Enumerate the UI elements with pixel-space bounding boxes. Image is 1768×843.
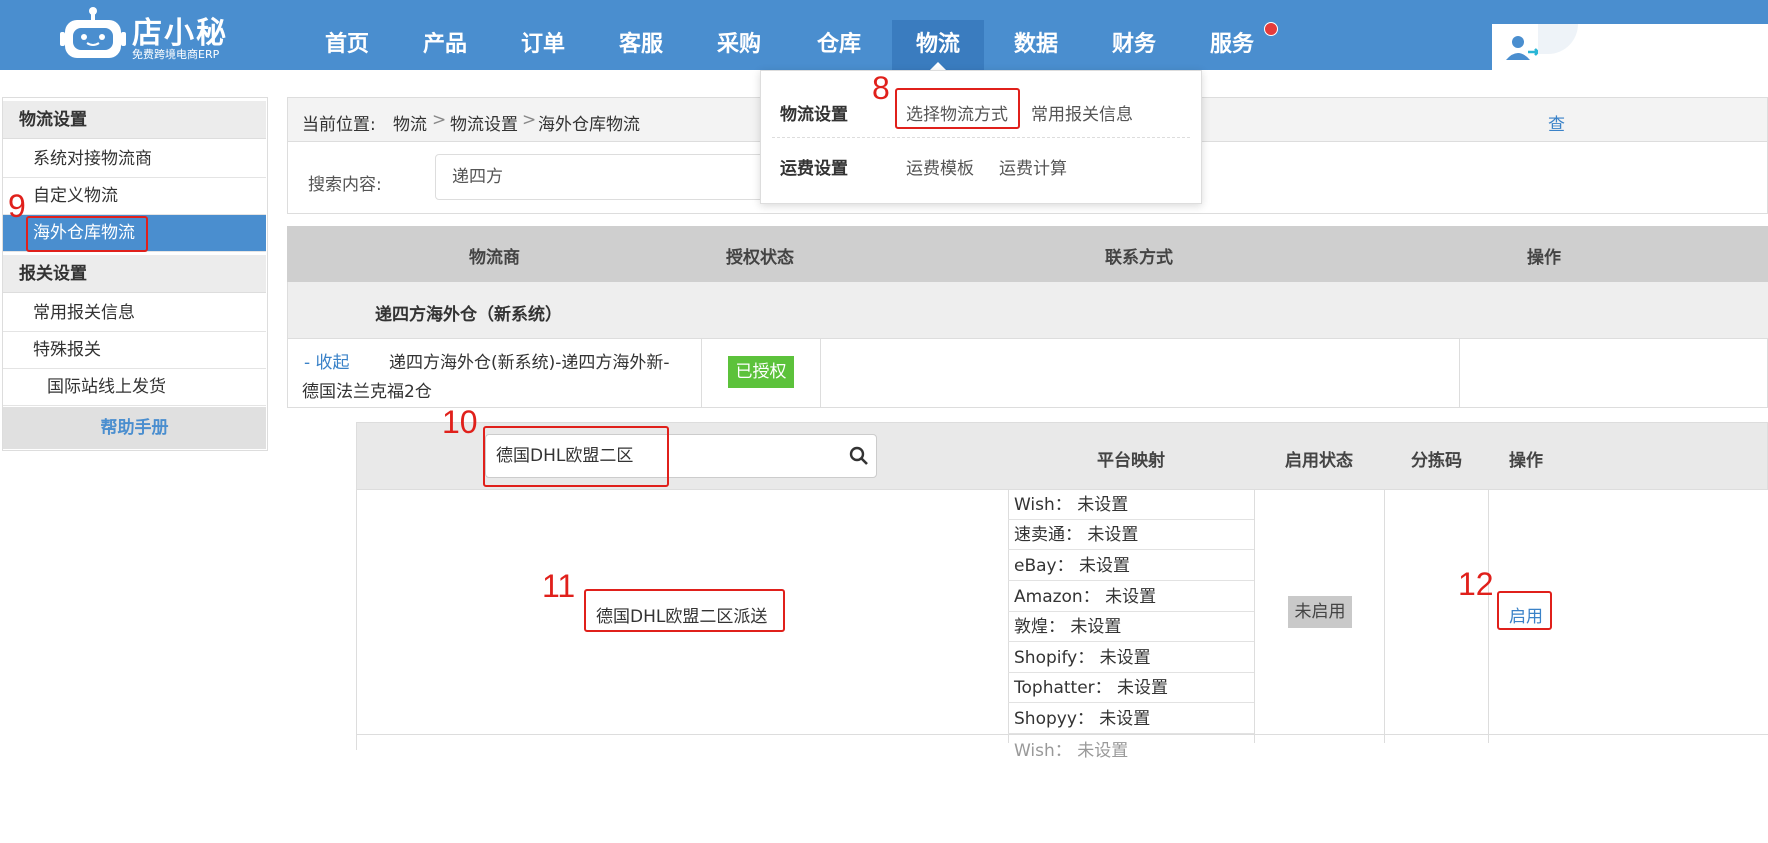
user-avatar[interactable] bbox=[1538, 24, 1578, 54]
robot-logo-icon[interactable] bbox=[60, 6, 126, 60]
dropdown-freight-template[interactable]: 运费模板 bbox=[906, 154, 974, 179]
help-manual-link[interactable]: 帮助手册 bbox=[3, 407, 266, 449]
header-action: 操作 bbox=[1527, 248, 1561, 268]
breadcrumb-separator: > bbox=[432, 110, 447, 130]
sidebar-item-custom-logistics[interactable]: 自定义物流 bbox=[3, 178, 266, 215]
header-enable-status: 启用状态 bbox=[1285, 451, 1353, 471]
row-divider bbox=[356, 734, 1768, 735]
header-contact: 联系方式 bbox=[1105, 248, 1173, 268]
annotation-box-10 bbox=[483, 426, 669, 487]
nav-home[interactable]: 首页 bbox=[312, 20, 382, 70]
mapping-amazon[interactable]: Amazon： 未设置 bbox=[1008, 582, 1254, 612]
nav-data[interactable]: 数据 bbox=[1000, 20, 1072, 70]
mapping-dhgate[interactable]: 敦煌： 未设置 bbox=[1008, 612, 1254, 642]
mapping-shopyy[interactable]: Shopyy： 未设置 bbox=[1008, 704, 1254, 734]
nav-orders[interactable]: 订单 bbox=[508, 20, 578, 70]
annotation-box-9 bbox=[26, 216, 148, 252]
breadcrumb-separator: > bbox=[522, 110, 537, 130]
search-icon[interactable] bbox=[849, 446, 869, 466]
search-label: 搜索内容: bbox=[308, 175, 382, 195]
status-badge-authorized: 已授权 bbox=[728, 356, 794, 388]
breadcrumb-current: 海外仓库物流 bbox=[538, 115, 640, 135]
collapse-toggle[interactable]: - 收起 bbox=[304, 348, 350, 373]
sidebar-item-system-carriers[interactable]: 系统对接物流商 bbox=[3, 141, 266, 178]
dropdown-divider bbox=[772, 137, 1190, 138]
header-action: 操作 bbox=[1509, 451, 1543, 471]
nav-services[interactable]: 服务 bbox=[1196, 20, 1268, 70]
dropdown-group-logistics-settings: 物流设置 bbox=[780, 105, 848, 125]
warehouse-name-line2: 德国法兰克福2仓 bbox=[302, 382, 432, 402]
mapping-shopify[interactable]: Shopify： 未设置 bbox=[1008, 643, 1254, 673]
breadcrumb-logistics[interactable]: 物流 bbox=[393, 110, 427, 135]
header-platform-mapping: 平台映射 bbox=[1097, 451, 1165, 471]
column-divider bbox=[701, 338, 702, 408]
nav-products[interactable]: 产品 bbox=[410, 20, 480, 70]
breadcrumb-logistics-settings[interactable]: 物流设置 bbox=[450, 110, 518, 135]
sidebar-item-intl-online-shipping[interactable]: 国际站线上发货 bbox=[3, 369, 266, 406]
annotation-box-8 bbox=[895, 88, 1020, 129]
annotation-number-9: 9 bbox=[8, 188, 26, 224]
search-input[interactable]: 递四方 bbox=[435, 154, 775, 200]
nav-customer-service[interactable]: 客服 bbox=[606, 20, 676, 70]
dropdown-caret bbox=[930, 62, 946, 70]
header-carrier: 物流商 bbox=[469, 248, 520, 268]
header-sort-code: 分拣码 bbox=[1411, 451, 1462, 471]
column-divider bbox=[1384, 490, 1385, 743]
breadcrumb-right-link[interactable]: 查 bbox=[1548, 110, 1565, 135]
annotation-number-10: 10 bbox=[442, 404, 478, 440]
status-badge-disabled: 未启用 bbox=[1288, 596, 1352, 628]
column-divider bbox=[1459, 338, 1460, 408]
mapping-ebay[interactable]: eBay： 未设置 bbox=[1008, 551, 1254, 581]
header-auth-status: 授权状态 bbox=[726, 248, 794, 268]
column-divider bbox=[1254, 490, 1255, 743]
dropdown-freight-calculator[interactable]: 运费计算 bbox=[999, 154, 1067, 179]
carrier-group-title: 递四方海外仓（新系统） bbox=[375, 305, 562, 325]
nav-warehouse[interactable]: 仓库 bbox=[804, 20, 874, 70]
annotation-number-8: 8 bbox=[872, 70, 890, 106]
dropdown-group-freight-settings: 运费设置 bbox=[780, 159, 848, 179]
annotation-box-11 bbox=[584, 589, 785, 632]
sidebar-section-customs-settings: 报关设置 bbox=[3, 255, 266, 293]
mapping-wish-next[interactable]: Wish： 未设置 bbox=[1008, 736, 1254, 766]
nav-purchasing[interactable]: 采购 bbox=[704, 20, 774, 70]
annotation-number-11: 11 bbox=[542, 568, 576, 604]
mapping-tophatter[interactable]: Tophatter： 未设置 bbox=[1008, 673, 1254, 703]
user-icon[interactable] bbox=[1504, 34, 1540, 62]
sidebar-item-customs-info[interactable]: 常用报关信息 bbox=[3, 295, 266, 332]
annotation-number-12: 12 bbox=[1458, 566, 1494, 602]
column-divider bbox=[820, 338, 821, 408]
sidebar-section-logistics-settings: 物流设置 bbox=[3, 101, 266, 139]
column-divider bbox=[1488, 490, 1489, 743]
mapping-wish[interactable]: Wish： 未设置 bbox=[1008, 490, 1254, 520]
notification-dot bbox=[1264, 22, 1278, 36]
nav-finance[interactable]: 财务 bbox=[1098, 20, 1170, 70]
brand-tagline: 免费跨境电商ERP bbox=[132, 48, 220, 61]
warehouse-name-line1: 递四方海外仓(新系统)-递四方海外新- bbox=[389, 353, 670, 373]
user-area[interactable] bbox=[1492, 24, 1768, 70]
sidebar-item-special-customs[interactable]: 特殊报关 bbox=[3, 332, 266, 369]
mapping-aliexpress[interactable]: 速卖通： 未设置 bbox=[1008, 520, 1254, 550]
annotation-box-12 bbox=[1497, 591, 1552, 630]
breadcrumb-prefix: 当前位置: bbox=[302, 115, 376, 135]
dropdown-customs-info[interactable]: 常用报关信息 bbox=[1031, 100, 1133, 125]
